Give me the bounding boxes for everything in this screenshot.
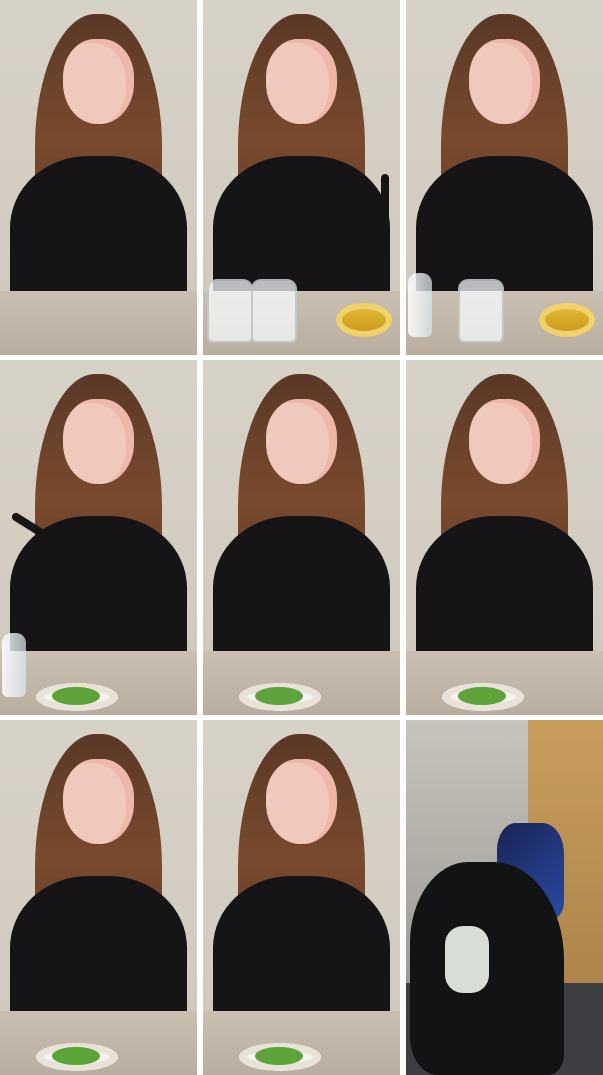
photo-tile-2 — [203, 0, 400, 355]
face-shape — [63, 759, 134, 845]
vape-device — [381, 174, 389, 220]
salad-pile — [52, 1047, 100, 1065]
glass-shape — [251, 279, 297, 343]
gold-bowl — [336, 303, 392, 337]
face-shape — [469, 39, 540, 125]
photo-tile-8 — [203, 720, 400, 1075]
coat-patch — [445, 925, 489, 994]
gold-bowl — [539, 303, 595, 337]
photo-grid — [0, 0, 603, 1075]
salad-pile — [255, 1047, 303, 1065]
photo-tile-7 — [0, 720, 197, 1075]
table-surface — [0, 291, 197, 355]
salad-pile — [52, 687, 100, 705]
photo-tile-1 — [0, 0, 197, 355]
glass-shape — [207, 279, 253, 343]
face-shape — [469, 399, 540, 485]
face-shape — [266, 759, 337, 845]
photo-tile-4 — [0, 360, 197, 715]
water-bottle — [2, 633, 26, 697]
water-bottle — [408, 273, 432, 337]
face-shape — [266, 39, 337, 125]
photo-tile-5 — [203, 360, 400, 715]
photo-tile-9 — [406, 720, 603, 1075]
face-shape — [63, 399, 134, 485]
photo-tile-3 — [406, 0, 603, 355]
salad-pile — [255, 687, 303, 705]
face-shape — [63, 39, 134, 125]
salad-pile — [458, 687, 506, 705]
face-shape — [266, 399, 337, 485]
photo-tile-6 — [406, 360, 603, 715]
glass-shape — [458, 279, 504, 343]
